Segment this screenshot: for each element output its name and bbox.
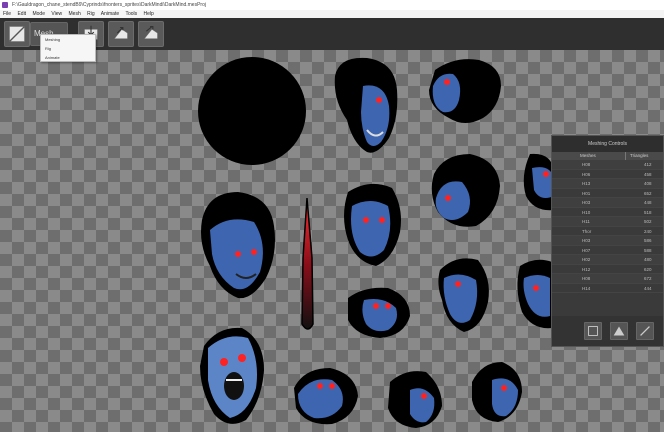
mesh-table-row[interactable]: H13 408 — [552, 179, 663, 189]
window-title: F:\Gauldragon_chane_stendB9\Cyprinds\fno… — [12, 2, 206, 8]
head-sprite[interactable] — [290, 366, 360, 426]
mesh-name-cell: H13 — [582, 181, 591, 186]
panel-button-bar — [552, 316, 663, 346]
head-sprite[interactable] — [340, 178, 404, 268]
menubar: File Edit Mode View Mesh Rig Animate Too… — [0, 10, 664, 18]
mesh-table-row[interactable]: H03 586 — [552, 236, 663, 246]
mesh-table-row[interactable]: H02 480 — [552, 255, 663, 265]
mesh-name-cell: H14 — [582, 285, 591, 291]
head-sprite[interactable] — [384, 368, 444, 430]
menu-view[interactable]: View — [51, 11, 62, 17]
mesh-name-cell: H08 — [582, 276, 591, 281]
column-header-triangles[interactable]: Triangles — [626, 152, 663, 160]
export-button[interactable] — [108, 21, 134, 47]
window-titlebar: F:\Gauldragon_chane_stendB9\Cyprinds\fno… — [0, 0, 664, 10]
mesh-name-cell: H11 — [582, 219, 590, 224]
head-sprite[interactable] — [520, 152, 554, 212]
mesh-table-row[interactable]: Thor 240 — [552, 227, 663, 236]
mode-dropdown-menu: Meshing Rig Animate — [40, 34, 96, 62]
head-sprite[interactable] — [198, 326, 266, 430]
triangle-count-cell: 458 — [644, 171, 652, 177]
brush-button[interactable] — [636, 322, 654, 340]
mesh-table-header: Meshes Triangles — [552, 152, 663, 160]
grid-tool-icon — [9, 26, 25, 42]
toolbar: Mesh — [0, 18, 664, 50]
triangle-count-cell: 672 — [644, 276, 652, 281]
mesh-name-cell: H12 — [582, 266, 591, 272]
mode-option-animate[interactable]: Animate — [41, 54, 95, 62]
app-icon — [2, 2, 8, 8]
mesh-table-row[interactable]: H08 412 — [552, 160, 663, 170]
menu-mesh[interactable]: Mesh — [69, 11, 81, 17]
head-sprite[interactable] — [333, 56, 401, 156]
export-all-button[interactable] — [138, 21, 164, 47]
triangle-count-cell: 620 — [644, 266, 652, 272]
menu-rig[interactable]: Rig — [87, 11, 95, 17]
triangle-count-cell: 652 — [644, 190, 652, 196]
mesh-table-row[interactable]: H14 444 — [552, 284, 663, 293]
mountain-icon — [613, 326, 625, 336]
mesh-name-cell: H03 — [582, 238, 591, 243]
grid-tool-button[interactable] — [4, 21, 30, 47]
mesh-table-row[interactable]: H10 518 — [552, 208, 663, 217]
mesh-name-cell: H07 — [582, 247, 591, 253]
head-sprite[interactable] — [436, 254, 492, 334]
menu-animate[interactable]: Animate — [101, 11, 119, 17]
triangle-count-cell: 412 — [644, 162, 652, 167]
menu-tools[interactable]: Tools — [125, 11, 137, 17]
export-icon — [114, 26, 128, 39]
menu-edit[interactable]: Edit — [17, 11, 26, 17]
head-sprite[interactable] — [425, 56, 503, 128]
triangle-count-cell: 502 — [644, 219, 652, 224]
panel-title: Meshing Controls — [552, 136, 663, 152]
triangle-count-cell: 588 — [644, 247, 652, 253]
mode-option-rig[interactable]: Rig — [41, 45, 95, 53]
triangle-count-cell: 444 — [644, 285, 652, 291]
mesh-table-row[interactable]: H08 672 — [552, 274, 663, 284]
mesh-name-cell: Thor — [582, 228, 592, 234]
menu-file[interactable]: File — [3, 11, 11, 17]
menu-help[interactable]: Help — [144, 11, 154, 17]
head-sprite[interactable] — [468, 360, 524, 424]
menu-mode[interactable]: Mode — [32, 11, 45, 17]
mesh-name-cell: H08 — [582, 162, 591, 167]
mesh-table-row[interactable]: H06 458 — [552, 170, 663, 179]
head-sprite[interactable] — [428, 152, 502, 230]
mesh-table-row[interactable]: H11 502 — [552, 217, 663, 227]
mesh-name-cell: H02 — [582, 257, 591, 262]
head-sprite[interactable] — [198, 190, 278, 302]
black-orb-sprite[interactable] — [197, 56, 307, 166]
head-sprite[interactable] — [344, 286, 412, 338]
generate-mesh-button[interactable] — [610, 322, 628, 340]
triangle-count-cell: 408 — [644, 181, 652, 186]
meshing-controls-panel: Meshing Controls Meshes Triangles H08 412… — [551, 135, 664, 347]
mesh-table-row[interactable]: H07 588 — [552, 246, 663, 255]
triangle-count-cell: 518 — [644, 209, 652, 215]
triangle-count-cell: 480 — [644, 257, 652, 262]
frame-icon — [588, 326, 598, 336]
spike-sprite[interactable] — [298, 197, 318, 334]
triangle-count-cell: 586 — [644, 238, 652, 243]
mesh-name-cell: H06 — [582, 171, 591, 177]
mesh-name-cell: H10 — [582, 209, 591, 215]
triangle-count-cell: 448 — [644, 200, 652, 205]
column-header-meshes[interactable]: Meshes — [552, 152, 626, 160]
triangle-count-cell: 240 — [644, 228, 652, 234]
mode-option-meshing[interactable]: Meshing — [41, 36, 95, 44]
frame-button[interactable] — [584, 322, 602, 340]
mesh-name-cell: H03 — [582, 200, 591, 205]
mesh-table-body: H08 412 H06 458 H13 408 H01 652 H03 448 H10 518 H11 5… — [552, 160, 663, 314]
export-all-icon — [144, 26, 158, 39]
mesh-table-row[interactable]: H12 620 — [552, 265, 663, 274]
mesh-table-row[interactable]: H03 448 — [552, 198, 663, 208]
mesh-name-cell: H01 — [582, 190, 591, 196]
brush-icon — [640, 326, 650, 336]
mesh-table-row[interactable]: H01 652 — [552, 189, 663, 198]
head-sprite[interactable] — [514, 256, 552, 330]
